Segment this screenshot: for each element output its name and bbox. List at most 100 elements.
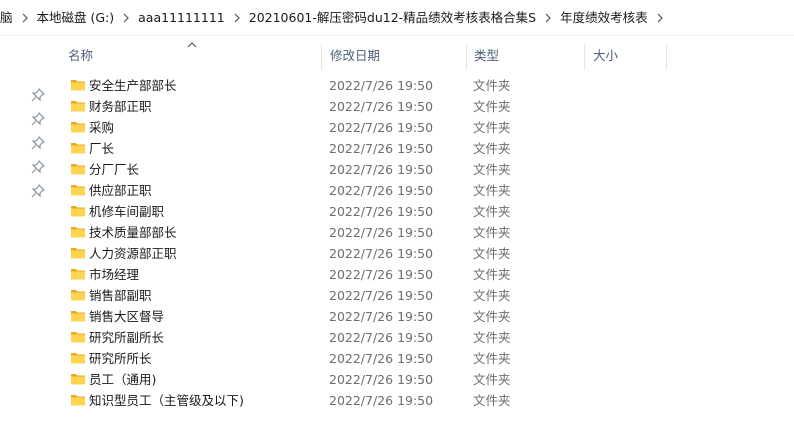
file-date-modified: 2022/7/26 19:50 xyxy=(329,246,434,261)
folder-icon xyxy=(70,308,86,324)
file-date-modified: 2022/7/26 19:50 xyxy=(329,225,434,240)
folder-icon xyxy=(70,140,86,156)
file-name: 分厂厂长 xyxy=(89,162,140,177)
file-row[interactable]: 安全生产部部长 2022/7/26 19:50 文件夹 xyxy=(60,75,794,96)
folder-icon xyxy=(70,119,86,135)
column-header-type[interactable]: 类型 xyxy=(466,36,584,76)
folder-icon xyxy=(70,203,86,219)
file-type: 文件夹 xyxy=(473,204,511,219)
file-date-modified: 2022/7/26 19:50 xyxy=(329,372,434,387)
file-row[interactable]: 分厂厂长 2022/7/26 19:50 文件夹 xyxy=(60,159,794,180)
file-type: 文件夹 xyxy=(473,141,511,156)
file-name: 销售部副职 xyxy=(89,288,152,303)
quick-access-pins xyxy=(0,36,60,424)
file-name: 机修车间副职 xyxy=(89,204,165,219)
file-type: 文件夹 xyxy=(473,162,511,177)
column-header-size[interactable]: 大小 xyxy=(585,36,665,76)
chevron-right-icon[interactable] xyxy=(17,0,33,35)
folder-icon xyxy=(70,161,86,177)
chevron-right-icon[interactable] xyxy=(229,0,245,35)
file-row[interactable]: 销售部副职 2022/7/26 19:50 文件夹 xyxy=(60,285,794,306)
file-row[interactable]: 研究所所长 2022/7/26 19:50 文件夹 xyxy=(60,348,794,369)
file-type: 文件夹 xyxy=(473,120,511,135)
file-row[interactable]: 采购 2022/7/26 19:50 文件夹 xyxy=(60,117,794,138)
file-name: 采购 xyxy=(89,120,115,135)
file-date-modified: 2022/7/26 19:50 xyxy=(329,99,434,114)
file-row[interactable]: 市场经理 2022/7/26 19:50 文件夹 xyxy=(60,264,794,285)
pin-icon[interactable] xyxy=(31,136,45,150)
chevron-right-icon[interactable] xyxy=(118,0,134,35)
file-name: 人力资源部正职 xyxy=(89,246,177,261)
file-name: 销售大区督导 xyxy=(89,309,165,324)
file-name: 技术质量部部长 xyxy=(89,225,177,240)
column-header-name[interactable]: 名称 xyxy=(60,36,320,76)
file-row[interactable]: 销售大区督导 2022/7/26 19:50 文件夹 xyxy=(60,306,794,327)
file-row[interactable]: 财务部正职 2022/7/26 19:50 文件夹 xyxy=(60,96,794,117)
file-date-modified: 2022/7/26 19:50 xyxy=(329,288,434,303)
folder-icon xyxy=(70,287,86,303)
file-type: 文件夹 xyxy=(473,99,511,114)
folder-icon xyxy=(70,224,86,240)
file-date-modified: 2022/7/26 19:50 xyxy=(329,267,434,282)
file-date-modified: 2022/7/26 19:50 xyxy=(329,162,434,177)
breadcrumb-item-collection[interactable]: 20210601-解压密码du12-精品绩效考核表格合集S xyxy=(245,0,540,35)
breadcrumb-item-drive[interactable]: 本地磁盘 (G:) xyxy=(33,0,119,35)
file-name: 安全生产部部长 xyxy=(89,78,177,93)
pin-icon[interactable] xyxy=(31,112,45,126)
breadcrumb-item-folder-aaa[interactable]: aaa11111111 xyxy=(134,0,229,35)
folder-icon xyxy=(70,392,86,408)
file-type: 文件夹 xyxy=(473,393,511,408)
folder-icon xyxy=(70,98,86,114)
pin-icon[interactable] xyxy=(31,88,45,102)
file-type: 文件夹 xyxy=(473,267,511,282)
file-date-modified: 2022/7/26 19:50 xyxy=(329,183,434,198)
file-row[interactable]: 技术质量部部长 2022/7/26 19:50 文件夹 xyxy=(60,222,794,243)
file-type: 文件夹 xyxy=(473,372,511,387)
folder-icon xyxy=(70,329,86,345)
pin-icon[interactable] xyxy=(31,184,45,198)
file-type: 文件夹 xyxy=(473,183,511,198)
file-type: 文件夹 xyxy=(473,309,511,324)
file-type: 文件夹 xyxy=(473,225,511,240)
breadcrumb-item-root[interactable]: 脑 xyxy=(0,0,17,35)
file-type: 文件夹 xyxy=(473,351,511,366)
file-date-modified: 2022/7/26 19:50 xyxy=(329,393,434,408)
file-list: 安全生产部部长 2022/7/26 19:50 文件夹 财务部正职 2022/7/26 … xyxy=(60,75,794,411)
file-row[interactable]: 人力资源部正职 2022/7/26 19:50 文件夹 xyxy=(60,243,794,264)
folder-icon xyxy=(70,245,86,261)
file-row[interactable]: 研究所副所长 2022/7/26 19:50 文件夹 xyxy=(60,327,794,348)
file-type: 文件夹 xyxy=(473,288,511,303)
file-type: 文件夹 xyxy=(473,246,511,261)
file-type: 文件夹 xyxy=(473,78,511,93)
folder-icon xyxy=(70,266,86,282)
folder-icon xyxy=(70,371,86,387)
breadcrumb-item-current[interactable]: 年度绩效考核表 xyxy=(556,0,652,35)
file-name: 供应部正职 xyxy=(89,183,152,198)
pin-icon[interactable] xyxy=(31,160,45,174)
file-row[interactable]: 机修车间副职 2022/7/26 19:50 文件夹 xyxy=(60,201,794,222)
column-headers: 名称 修改日期 类型 大小 xyxy=(60,36,794,76)
file-name: 财务部正职 xyxy=(89,99,152,114)
file-date-modified: 2022/7/26 19:50 xyxy=(329,309,434,324)
file-name: 研究所副所长 xyxy=(89,330,165,345)
file-row[interactable]: 厂长 2022/7/26 19:50 文件夹 xyxy=(60,138,794,159)
file-name: 厂长 xyxy=(89,141,115,156)
file-name: 员工（通用) xyxy=(89,372,157,387)
file-row[interactable]: 供应部正职 2022/7/26 19:50 文件夹 xyxy=(60,180,794,201)
folder-icon xyxy=(70,182,86,198)
address-bar[interactable]: 脑 本地磁盘 (G:) aaa11111111 20210601-解压密码du1… xyxy=(0,0,794,36)
chevron-right-icon[interactable] xyxy=(652,0,668,35)
file-date-modified: 2022/7/26 19:50 xyxy=(329,120,434,135)
file-name: 知识型员工（主管级及以下) xyxy=(89,393,244,408)
chevron-right-icon[interactable] xyxy=(540,0,556,35)
column-header-date-modified[interactable]: 修改日期 xyxy=(322,36,464,76)
folder-icon xyxy=(70,350,86,366)
file-date-modified: 2022/7/26 19:50 xyxy=(329,204,434,219)
file-name: 研究所所长 xyxy=(89,351,152,366)
file-row[interactable]: 知识型员工（主管级及以下) 2022/7/26 19:50 文件夹 xyxy=(60,390,794,411)
column-divider[interactable] xyxy=(666,44,667,70)
folder-icon xyxy=(70,77,86,93)
file-row[interactable]: 员工（通用) 2022/7/26 19:50 文件夹 xyxy=(60,369,794,390)
file-date-modified: 2022/7/26 19:50 xyxy=(329,330,434,345)
file-date-modified: 2022/7/26 19:50 xyxy=(329,351,434,366)
